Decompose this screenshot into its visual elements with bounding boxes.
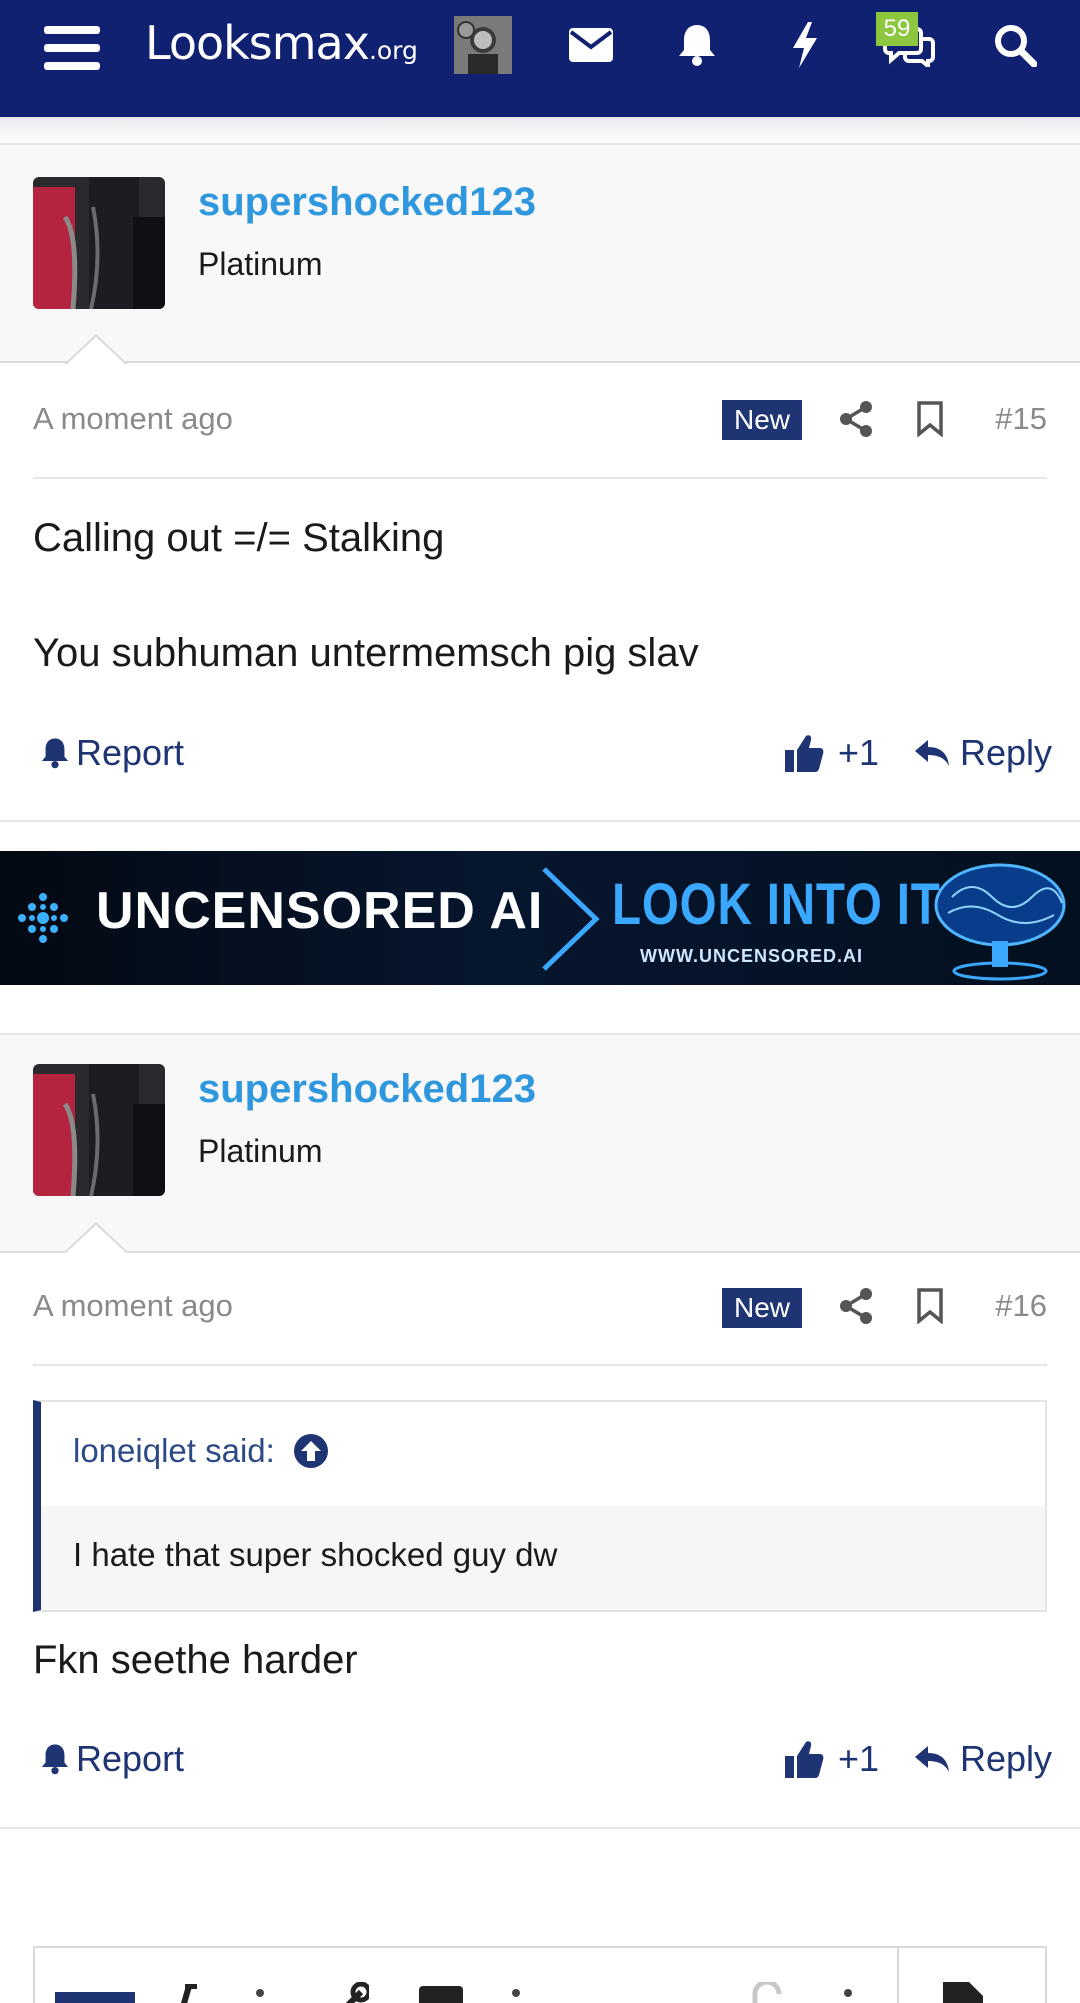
bookmark-icon[interactable]	[908, 397, 952, 441]
more-options-icon[interactable]	[511, 1988, 521, 2003]
like-button[interactable]: +1	[784, 1738, 879, 1780]
bell-icon[interactable]	[668, 16, 726, 74]
document-icon[interactable]	[941, 1982, 985, 2003]
post-separator	[0, 820, 1080, 822]
chevron-right-icon	[542, 867, 600, 971]
like-count: +1	[838, 1738, 880, 1779]
thumbs-up-icon	[785, 1741, 824, 1778]
bell-icon	[41, 738, 69, 769]
report-label: Report	[76, 732, 185, 773]
envelope-icon[interactable]	[562, 16, 620, 74]
meta-divider	[33, 477, 1047, 479]
post-body-line: Calling out =/= Stalking	[33, 516, 445, 560]
post-body-line: Fkn seethe harder	[33, 1638, 358, 1682]
reply-editor-toolbar	[33, 1946, 1047, 2003]
link-icon[interactable]	[335, 1981, 372, 2003]
conversations-count-badge: 59	[876, 12, 918, 46]
quote-author-link[interactable]: loneiqlet said:	[73, 1432, 329, 1470]
share-icon[interactable]	[834, 1284, 878, 1328]
arrow-up-circle-icon[interactable]	[293, 1433, 329, 1469]
diamond-icon	[18, 893, 68, 943]
new-badge: New	[722, 1288, 802, 1328]
post-timestamp[interactable]: A moment ago	[33, 1288, 233, 1324]
avatar[interactable]	[33, 1064, 165, 1196]
username-link[interactable]: supershocked123	[198, 1067, 536, 1112]
site-logo[interactable]: Looksmax.org	[145, 16, 418, 76]
bolt-icon[interactable]	[776, 16, 834, 74]
quote-body: I hate that super shocked guy dw	[41, 1506, 1045, 1610]
meta-divider	[33, 1364, 1047, 1366]
more-options-icon[interactable]	[255, 1988, 265, 2003]
reply-label: Reply	[960, 1738, 1053, 1779]
advertisement-banner[interactable]: UNCENSORED AI LOOK INTO IT WWW.UNCENSORE…	[0, 851, 1080, 985]
new-badge: New	[722, 400, 802, 440]
reply-button[interactable]: Reply	[914, 1738, 1052, 1780]
post-arrow-notch	[64, 1222, 128, 1253]
post-arrow-notch	[64, 334, 128, 365]
post-number-link[interactable]: #15	[995, 401, 1047, 437]
italic-icon[interactable]	[173, 1983, 199, 2003]
logo-suffix: .org	[368, 36, 418, 65]
avatar[interactable]	[33, 177, 165, 309]
search-icon[interactable]	[986, 16, 1044, 74]
bold-icon[interactable]	[55, 1992, 135, 2003]
ad-headline: UNCENSORED AI	[96, 882, 544, 940]
username-link[interactable]: supershocked123	[198, 180, 536, 225]
user-title: Platinum	[198, 246, 323, 282]
ad-cta: LOOK INTO IT	[612, 872, 941, 937]
like-count: +1	[838, 732, 880, 773]
reply-button[interactable]: Reply	[914, 732, 1052, 774]
ad-url: WWW.UNCENSORED.AI	[640, 946, 863, 966]
thumbs-up-icon	[785, 735, 824, 772]
quote-text: I hate that super shocked guy dw	[73, 1536, 558, 1573]
more-options-icon[interactable]	[843, 1988, 853, 2003]
post-body-line: You subhuman untermemsch pig slav	[33, 631, 699, 675]
quote-block: loneiqlet said: I hate that super shocke…	[33, 1400, 1047, 1612]
user-title: Platinum	[198, 1133, 323, 1169]
report-button[interactable]: Report	[40, 1738, 184, 1780]
toolbar-divider	[897, 1948, 899, 2003]
bookmark-icon[interactable]	[908, 1284, 952, 1328]
undo-icon[interactable]	[747, 1979, 787, 2003]
hamburger-icon[interactable]	[44, 24, 100, 72]
bell-icon	[41, 1744, 69, 1775]
post-number-link[interactable]: #16	[995, 1288, 1047, 1324]
like-button[interactable]: +1	[784, 732, 879, 774]
nav-shadow	[0, 117, 1080, 145]
brain-icon	[934, 863, 1066, 981]
user-avatar[interactable]	[454, 16, 512, 74]
quote-author: loneiqlet said:	[73, 1432, 275, 1469]
image-icon[interactable]	[419, 1986, 463, 2003]
reply-label: Reply	[960, 732, 1053, 773]
post-timestamp[interactable]: A moment ago	[33, 401, 233, 437]
reply-icon	[915, 740, 949, 766]
reply-icon	[915, 1746, 949, 1772]
post-separator	[0, 1827, 1080, 1829]
report-label: Report	[76, 1738, 185, 1779]
top-navigation-bar: Looksmax.org 59	[0, 0, 1080, 117]
report-button[interactable]: Report	[40, 732, 184, 774]
share-icon[interactable]	[834, 397, 878, 441]
logo-text: Looksmax	[145, 16, 370, 70]
